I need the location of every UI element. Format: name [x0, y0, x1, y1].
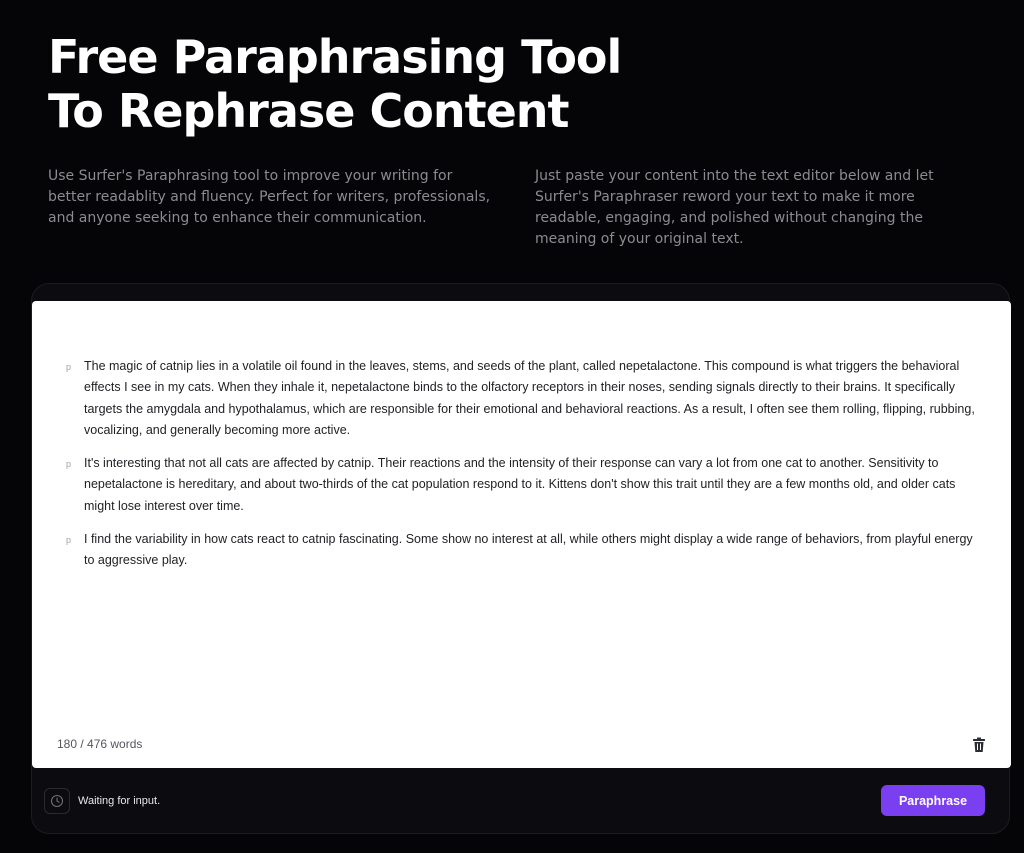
paragraph-text[interactable]: It's interesting that not all cats are a…: [84, 453, 984, 517]
paragraph-text[interactable]: I find the variability in how cats react…: [84, 529, 984, 572]
page-title-line-1: Free Paraphrasing Tool: [48, 30, 622, 84]
editor-paragraph[interactable]: p It's interesting that not all cats are…: [66, 453, 984, 517]
paraphrase-button[interactable]: Paraphrase: [881, 785, 985, 816]
status-text: Waiting for input.: [78, 795, 161, 807]
page-title: Free Paraphrasing Tool To Rephrase Conte…: [48, 30, 622, 138]
page-title-line-2: To Rephrase Content: [48, 84, 570, 138]
paragraph-marker: p: [66, 459, 72, 469]
paragraph-marker: p: [66, 362, 72, 372]
editor-paragraph[interactable]: p I find the variability in how cats rea…: [66, 529, 984, 572]
paragraph-marker: p: [66, 535, 72, 545]
paragraph-text[interactable]: The magic of catnip lies in a volatile o…: [84, 356, 984, 442]
paraphraser-panel: p The magic of catnip lies in a volatile…: [31, 283, 1011, 834]
clock-icon: [44, 788, 70, 814]
status-indicator: Waiting for input.: [44, 786, 160, 816]
intro-description: Use Surfer's Paraphrasing tool to improv…: [48, 168, 491, 226]
trash-icon[interactable]: [972, 737, 986, 753]
instructions-description: Just paste your content into the text ed…: [535, 168, 934, 247]
editor-paragraph[interactable]: p The magic of catnip lies in a volatile…: [66, 356, 984, 442]
word-count: 180 / 476 words: [57, 737, 143, 751]
text-editor[interactable]: p The magic of catnip lies in a volatile…: [32, 301, 1011, 768]
